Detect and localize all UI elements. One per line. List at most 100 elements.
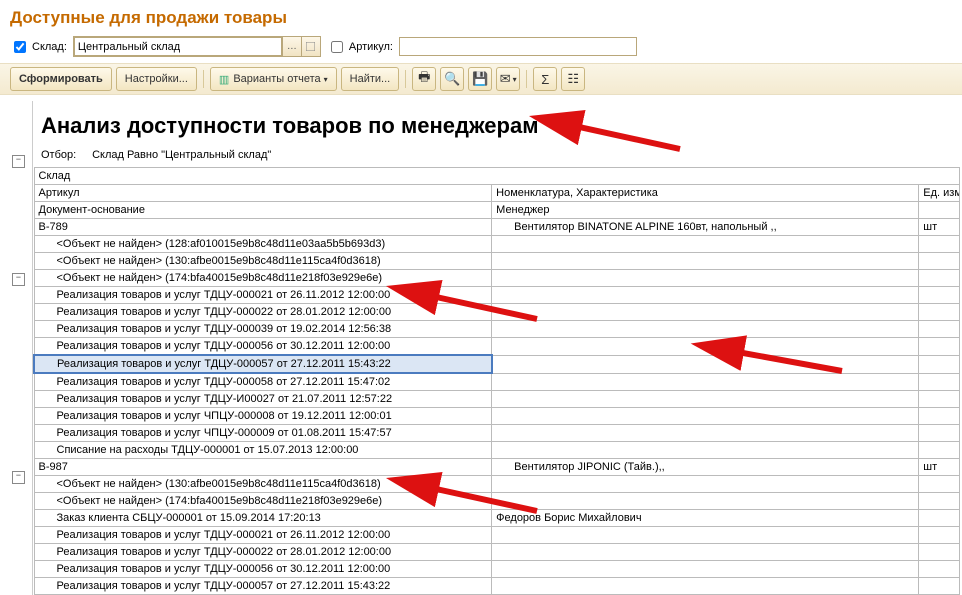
data-row[interactable]: <Объект не найден> (130:afbe0015e9b8c48d… <box>34 476 960 493</box>
cell-unit <box>919 355 960 373</box>
cell-manager <box>492 270 919 287</box>
data-row[interactable]: Реализация товаров и услуг ЧПЦУ-000009 о… <box>34 425 960 442</box>
header-unit: Ед. изм. <box>919 185 960 202</box>
outline-toggle-group1[interactable]: − <box>12 273 25 286</box>
data-row[interactable]: Реализация товаров и услуг ТДЦУ-И00027 о… <box>34 391 960 408</box>
outline-toggle-root[interactable]: − <box>12 155 25 168</box>
preview-button[interactable]: 🔍 <box>440 67 464 91</box>
cell-manager <box>492 253 919 270</box>
header-sku: Артикул <box>34 185 492 202</box>
header-manager: Менеджер <box>492 202 919 219</box>
cell-manager: Федоров Борис Михайлович <box>492 510 919 527</box>
header-doc-row: Документ-основание Менеджер <box>34 202 960 219</box>
header-warehouse: Склад <box>34 168 960 185</box>
cell-manager <box>492 321 919 338</box>
data-row[interactable]: Заказ клиента СБЦУ-000001 от 15.09.2014 … <box>34 510 960 527</box>
group-unit: шт <box>919 459 960 476</box>
cell-unit <box>919 236 960 253</box>
outline-toggle-group2[interactable]: − <box>12 471 25 484</box>
cell-doc: Реализация товаров и услуг ТДЦУ-000056 о… <box>34 338 492 356</box>
warehouse-clear-button[interactable] <box>301 37 320 56</box>
report-table: Склад Артикул Номенклатура, Характеристи… <box>33 167 960 595</box>
group-row[interactable]: В-987Вентилятор JIPONIC (Тайв.),,шт <box>34 459 960 476</box>
cell-doc: <Объект не найден> (174:bfa40015e9b8c48d… <box>34 270 492 287</box>
group-sku: В-987 <box>34 459 492 476</box>
data-row[interactable]: Реализация товаров и услуг ТДЦУ-000058 о… <box>34 373 960 391</box>
cell-manager <box>492 561 919 578</box>
cell-manager <box>492 493 919 510</box>
warehouse-input[interactable] <box>74 37 282 56</box>
cell-unit <box>919 391 960 408</box>
cell-manager <box>492 373 919 391</box>
warehouse-combo[interactable]: … <box>73 36 321 57</box>
cell-manager <box>492 476 919 493</box>
cell-manager <box>492 338 919 356</box>
cell-unit <box>919 304 960 321</box>
cell-doc: Реализация товаров и услуг ТДЦУ-000056 о… <box>34 561 492 578</box>
group-nomen: Вентилятор BINATONE ALPINE 160вт, наполь… <box>492 219 919 236</box>
cell-manager <box>492 442 919 459</box>
run-button[interactable]: Сформировать <box>10 67 112 91</box>
cell-doc: Реализация товаров и услуг ТДЦУ-000058 о… <box>34 373 492 391</box>
data-row[interactable]: Реализация товаров и услуг ТДЦУ-000021 о… <box>34 287 960 304</box>
page-title: Доступные для продажи товары <box>0 0 962 34</box>
cell-manager <box>492 355 919 373</box>
cell-doc: <Объект не найден> (174:bfa40015e9b8c48d… <box>34 493 492 510</box>
chart-icon: ▥ <box>219 73 229 86</box>
data-row[interactable]: Реализация товаров и услуг ТДЦУ-000022 о… <box>34 544 960 561</box>
tree-button[interactable]: ☷ <box>561 67 585 91</box>
data-row[interactable]: Реализация товаров и услуг ТДЦУ-000022 о… <box>34 304 960 321</box>
cell-doc: Реализация товаров и услуг ТДЦУ-000021 о… <box>34 527 492 544</box>
cell-unit <box>919 425 960 442</box>
warehouse-ellipsis-button[interactable]: … <box>282 37 301 56</box>
cell-unit <box>919 338 960 356</box>
sku-input[interactable] <box>399 37 637 56</box>
sku-filter[interactable]: Артикул: <box>327 38 393 56</box>
data-row[interactable]: Реализация товаров и услуг ТДЦУ-000057 о… <box>34 578 960 595</box>
cell-unit <box>919 493 960 510</box>
cell-doc: Заказ клиента СБЦУ-000001 от 15.09.2014 … <box>34 510 492 527</box>
cell-doc: Реализация товаров и услуг ТДЦУ-000022 о… <box>34 544 492 561</box>
data-row[interactable]: Реализация товаров и услуг ТДЦУ-000057 о… <box>34 355 960 373</box>
cell-unit <box>919 408 960 425</box>
preview-icon: 🔍 <box>444 71 460 87</box>
variants-button[interactable]: ▥ Варианты отчета ▾ <box>210 67 337 91</box>
print-button[interactable]: 🖶 <box>412 67 436 91</box>
cell-unit <box>919 373 960 391</box>
group-unit: шт <box>919 219 960 236</box>
group-row[interactable]: В-789Вентилятор BINATONE ALPINE 160вт, н… <box>34 219 960 236</box>
cell-manager <box>492 544 919 561</box>
cell-manager <box>492 236 919 253</box>
data-row[interactable]: Реализация товаров и услуг ТДЦУ-000056 о… <box>34 338 960 356</box>
cell-unit <box>919 287 960 304</box>
cell-unit <box>919 253 960 270</box>
data-row[interactable]: <Объект не найден> (128:af010015e9b8c48d… <box>34 236 960 253</box>
sku-checkbox[interactable] <box>331 41 343 53</box>
find-button[interactable]: Найти... <box>341 67 400 91</box>
warehouse-filter[interactable]: Склад: <box>10 38 67 56</box>
header-warehouse-row: Склад <box>34 168 960 185</box>
data-row[interactable]: Реализация товаров и услуг ЧПЦУ-000008 о… <box>34 408 960 425</box>
cell-doc: Реализация товаров и услуг ТДЦУ-000057 о… <box>34 355 492 373</box>
data-row[interactable]: <Объект не найден> (130:afbe0015e9b8c48d… <box>34 253 960 270</box>
report-filter-line: Отбор: Склад Равно "Центральный склад" <box>41 149 952 161</box>
sum-button[interactable]: Σ <box>533 67 557 91</box>
cell-manager <box>492 287 919 304</box>
save-icon: 💾 <box>472 71 488 87</box>
filter-bar: Склад: … Артикул: <box>0 34 962 63</box>
group-sku: В-789 <box>34 219 492 236</box>
mail-icon: ✉ <box>500 71 511 87</box>
settings-button[interactable]: Настройки... <box>116 67 197 91</box>
data-row[interactable]: <Объект не найден> (174:bfa40015e9b8c48d… <box>34 493 960 510</box>
cell-doc: Реализация товаров и услуг ТДЦУ-000057 о… <box>34 578 492 595</box>
data-row[interactable]: <Объект не найден> (174:bfa40015e9b8c48d… <box>34 270 960 287</box>
group-nomen: Вентилятор JIPONIC (Тайв.),, <box>492 459 919 476</box>
mail-button[interactable]: ✉▾ <box>496 67 520 91</box>
data-row[interactable]: Реализация товаров и услуг ТДЦУ-000021 о… <box>34 527 960 544</box>
data-row[interactable]: Списание на расходы ТДЦУ-000001 от 15.07… <box>34 442 960 459</box>
warehouse-checkbox[interactable] <box>14 41 26 53</box>
save-button[interactable]: 💾 <box>468 67 492 91</box>
data-row[interactable]: Реализация товаров и услуг ТДЦУ-000056 о… <box>34 561 960 578</box>
cell-manager <box>492 304 919 321</box>
data-row[interactable]: Реализация товаров и услуг ТДЦУ-000039 о… <box>34 321 960 338</box>
